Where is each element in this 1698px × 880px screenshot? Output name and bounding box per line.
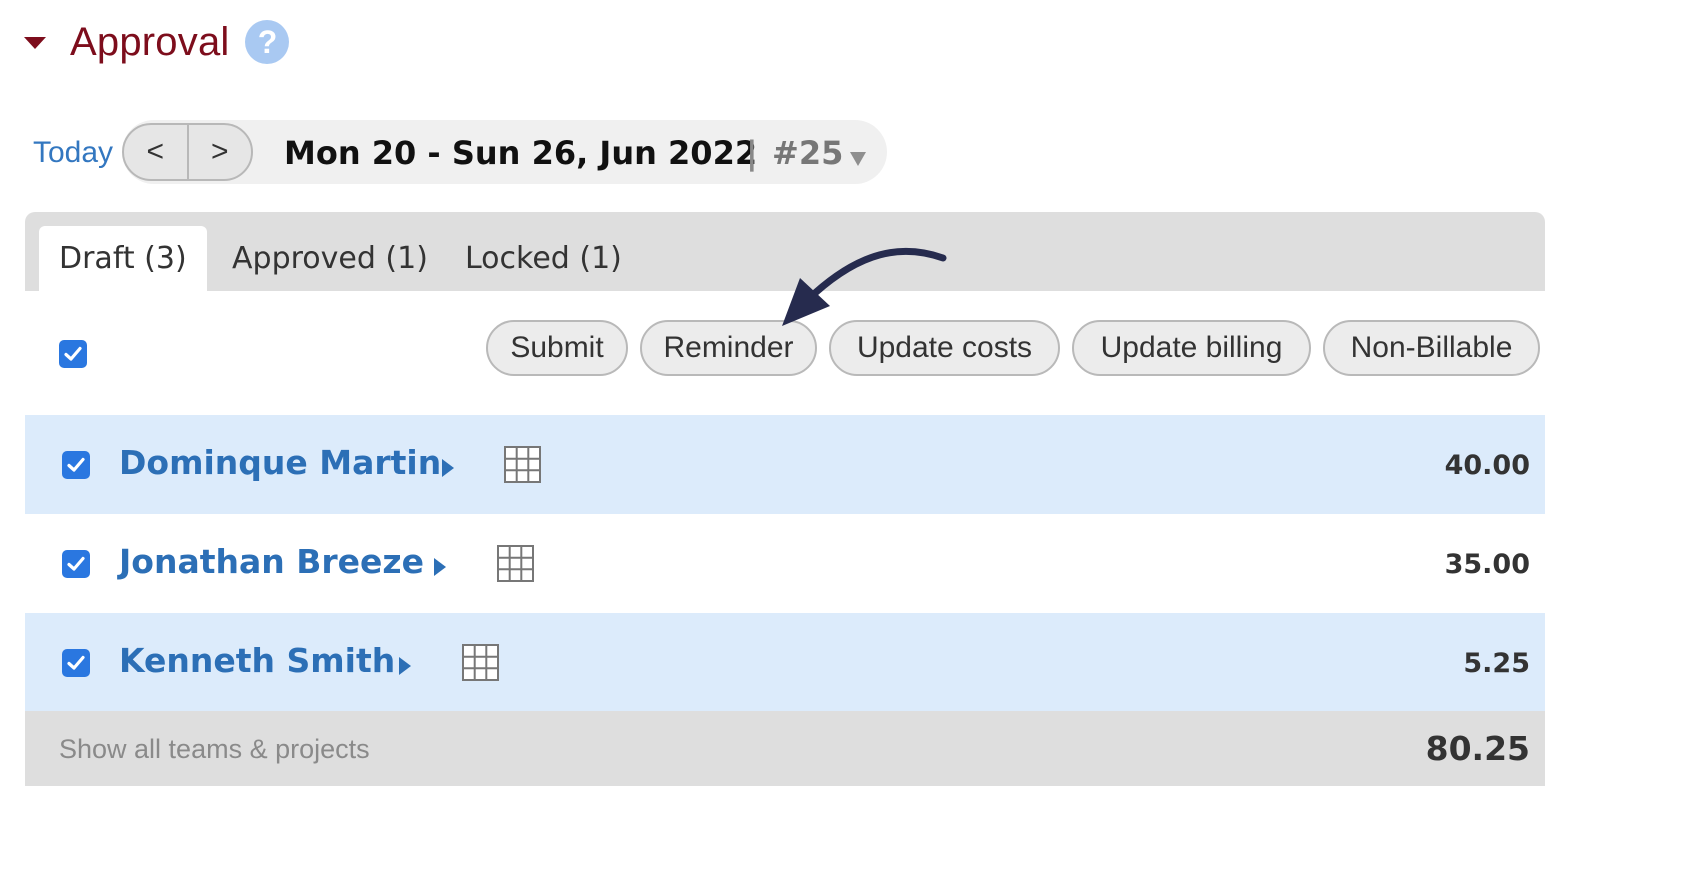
row-hours: 40.00 — [1444, 450, 1530, 481]
timesheet-grid-icon[interactable] — [462, 644, 499, 681]
help-icon[interactable]: ? — [245, 20, 290, 64]
section-title: Approval — [70, 19, 230, 64]
today-link[interactable]: Today — [33, 136, 113, 170]
table-row: Kenneth Smith 5.25 — [25, 613, 1545, 712]
week-dropdown-icon[interactable] — [850, 152, 866, 166]
table-row: Dominque Martin 40.00 — [25, 415, 1545, 514]
row-hours: 5.25 — [1463, 648, 1530, 679]
update-billing-button[interactable]: Update billing — [1072, 320, 1311, 376]
person-name-link[interactable]: Kenneth Smith — [119, 641, 395, 680]
tab-approved[interactable]: Approved (1) — [232, 226, 428, 291]
checkmark-icon — [64, 346, 82, 361]
total-hours: 80.25 — [1425, 729, 1530, 768]
week-number-label[interactable]: #25 — [772, 134, 843, 172]
checkmark-icon — [67, 556, 85, 571]
annotation-arrow-icon — [782, 247, 947, 326]
select-all-checkbox[interactable] — [59, 340, 87, 368]
tab-locked[interactable]: Locked (1) — [465, 226, 622, 291]
non-billable-button[interactable]: Non-Billable — [1323, 320, 1540, 376]
table-row: Jonathan Breeze 35.00 — [25, 514, 1545, 613]
row-checkbox[interactable] — [62, 649, 90, 677]
prev-week-button[interactable]: < — [124, 125, 187, 179]
timesheet-grid-icon[interactable] — [497, 545, 534, 582]
row-checkbox[interactable] — [62, 550, 90, 578]
row-checkbox[interactable] — [62, 451, 90, 479]
week-nav-group: < > — [122, 123, 253, 181]
show-all-teams-link[interactable]: Show all teams & projects — [59, 734, 370, 765]
expand-arrow-icon[interactable] — [434, 558, 446, 576]
next-week-button[interactable]: > — [186, 125, 252, 179]
timesheet-grid-icon[interactable] — [504, 446, 541, 483]
date-separator: | — [746, 134, 758, 172]
table-footer: Show all teams & projects 80.25 — [25, 711, 1545, 786]
tab-draft[interactable]: Draft (3) — [39, 226, 207, 291]
section-header: Approval ? — [24, 14, 290, 70]
checkmark-icon — [67, 457, 85, 472]
checkmark-icon — [67, 655, 85, 670]
person-name-link[interactable]: Dominque Martin — [119, 443, 441, 482]
expand-arrow-icon[interactable] — [442, 459, 454, 477]
row-hours: 35.00 — [1444, 549, 1530, 580]
submit-button[interactable]: Submit — [486, 320, 628, 376]
collapse-triangle-icon[interactable] — [24, 37, 46, 49]
expand-arrow-icon[interactable] — [399, 657, 411, 675]
person-name-link[interactable]: Jonathan Breeze — [119, 542, 424, 581]
date-range-label[interactable]: Mon 20 - Sun 26, Jun 2022 — [284, 134, 757, 172]
